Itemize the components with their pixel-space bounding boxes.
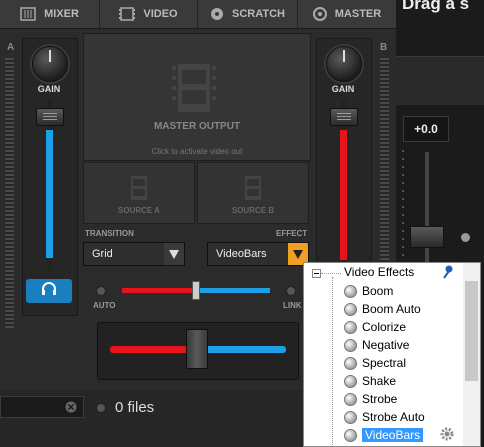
deck-strip bbox=[396, 56, 484, 105]
effect-item[interactable]: Negative bbox=[344, 336, 409, 354]
pitch-value: +0.0 bbox=[403, 116, 449, 142]
volume-fader-a[interactable] bbox=[36, 108, 64, 126]
effect-item-label: Negative bbox=[362, 338, 410, 352]
effect-bullet-icon bbox=[344, 338, 357, 352]
pitch-fader[interactable] bbox=[410, 226, 444, 248]
audio-crossfader-right bbox=[196, 346, 286, 353]
link-label: LINK bbox=[283, 301, 302, 310]
tab-scratch[interactable]: SCRATCH bbox=[198, 0, 298, 28]
effect-item[interactable]: Boom bbox=[344, 282, 393, 300]
effect-bullet-icon bbox=[344, 284, 357, 298]
pitch-reset-dot[interactable] bbox=[461, 233, 470, 242]
target-icon bbox=[312, 7, 327, 21]
film-icon bbox=[172, 62, 216, 119]
clear-icon[interactable] bbox=[65, 400, 77, 418]
tab-video-label: VIDEO bbox=[143, 8, 178, 20]
tab-master-label: MASTER bbox=[334, 8, 382, 20]
gain-knob-a[interactable] bbox=[32, 46, 68, 82]
mixer-icon bbox=[20, 7, 36, 21]
gain-label-b: GAIN bbox=[331, 84, 355, 94]
effect-item-label: Spectral bbox=[362, 356, 407, 370]
effect-item[interactable]: Boom Auto bbox=[344, 300, 421, 318]
effect-value: VideoBars bbox=[216, 248, 267, 260]
effect-item[interactable]: Strobe bbox=[344, 390, 397, 408]
effect-item-label: Boom bbox=[362, 284, 394, 298]
source-b-label: SOURCE B bbox=[231, 206, 275, 215]
gain-label-a: GAIN bbox=[37, 84, 61, 94]
tab-scratch-label: SCRATCH bbox=[232, 8, 285, 20]
files-count: 0 files bbox=[115, 399, 155, 416]
effect-item-label: Colorize bbox=[362, 320, 407, 334]
effect-bullet-icon bbox=[344, 356, 357, 370]
collapse-icon[interactable] bbox=[312, 269, 321, 278]
effect-item-label: Strobe Auto bbox=[362, 410, 425, 424]
effect-bullet-icon bbox=[344, 320, 357, 334]
master-output-preview[interactable]: MASTER OUTPUT Click to activate video ou… bbox=[83, 33, 311, 161]
film-icon bbox=[242, 175, 264, 206]
popup-root-label[interactable]: Video Effects bbox=[344, 265, 414, 279]
tab-mixer-label: MIXER bbox=[44, 8, 79, 20]
audio-crossfader-handle[interactable] bbox=[186, 329, 208, 369]
tab-master[interactable]: MASTER bbox=[298, 0, 396, 28]
master-output-hint: Click to activate video out bbox=[151, 147, 243, 156]
gear-icon[interactable] bbox=[440, 427, 454, 444]
effect-dropdown[interactable]: VideoBars bbox=[207, 242, 309, 266]
audio-crossfader-left bbox=[110, 346, 192, 353]
effect-item[interactable]: Colorize bbox=[344, 318, 406, 336]
film-icon bbox=[119, 7, 136, 21]
master-output-title: MASTER OUTPUT bbox=[153, 121, 241, 132]
gain-knob-b[interactable] bbox=[326, 46, 362, 82]
tree-line bbox=[332, 277, 334, 445]
effect-item[interactable]: Strobe Auto bbox=[344, 408, 425, 426]
video-crossfader-right bbox=[198, 288, 270, 293]
chevron-down-icon[interactable] bbox=[164, 243, 184, 265]
source-a-preview[interactable]: SOURCE A bbox=[83, 162, 195, 224]
tab-mixer[interactable]: MIXER bbox=[0, 0, 100, 28]
effect-bullet-icon bbox=[344, 374, 357, 388]
drag-hint: Drag a s bbox=[402, 0, 470, 13]
pin-icon[interactable] bbox=[442, 265, 454, 284]
auto-radio[interactable] bbox=[96, 286, 106, 296]
effect-bullet-icon bbox=[344, 302, 357, 316]
headphones-button-a[interactable] bbox=[26, 279, 72, 303]
film-icon bbox=[128, 175, 150, 206]
search-input[interactable] bbox=[0, 396, 84, 418]
transition-dropdown[interactable]: Grid bbox=[83, 242, 185, 266]
transition-label: TRANSITION bbox=[85, 229, 134, 238]
effect-item-label: VideoBars bbox=[362, 428, 424, 442]
source-b-preview[interactable]: SOURCE B bbox=[197, 162, 309, 224]
effect-bullet-icon bbox=[344, 392, 357, 406]
auto-label: AUTO bbox=[93, 301, 116, 310]
effect-item[interactable]: Spectral bbox=[344, 354, 406, 372]
video-crossfader-left bbox=[122, 288, 196, 293]
volume-fader-b[interactable] bbox=[330, 108, 358, 126]
deck-b-letter: B bbox=[380, 42, 388, 53]
video-crossfader-handle[interactable] bbox=[192, 281, 200, 300]
transition-value: Grid bbox=[92, 248, 113, 260]
effect-item-label: Boom Auto bbox=[362, 302, 421, 316]
headphones-icon bbox=[41, 281, 57, 301]
deck-a-letter: A bbox=[7, 42, 15, 53]
source-a-label: SOURCE A bbox=[118, 206, 160, 215]
effect-item-selected[interactable]: VideoBars bbox=[344, 426, 454, 444]
vinyl-icon bbox=[210, 7, 224, 21]
tab-bar: MIXER VIDEO SCRATCH MASTER bbox=[0, 0, 396, 29]
deck-a-level-meter bbox=[5, 58, 14, 328]
effect-item-label: Strobe bbox=[362, 392, 398, 406]
effect-label: EFFECT bbox=[276, 229, 308, 238]
link-radio[interactable] bbox=[286, 286, 296, 296]
effect-item[interactable]: Shake bbox=[344, 372, 396, 390]
effects-popup: Video Effects Boom Boom Auto Colorize Ne… bbox=[303, 262, 481, 447]
effect-item-label: Shake bbox=[362, 374, 397, 388]
tree-line bbox=[321, 273, 341, 274]
volume-level-a bbox=[46, 130, 53, 258]
browser-radio[interactable] bbox=[96, 403, 106, 413]
volume-level-b bbox=[340, 130, 347, 260]
popup-scrollbar[interactable] bbox=[463, 263, 480, 446]
effect-bullet-icon bbox=[344, 428, 357, 442]
scroll-thumb[interactable] bbox=[465, 281, 478, 381]
effect-bullet-icon bbox=[344, 410, 357, 424]
tab-video[interactable]: VIDEO bbox=[100, 0, 198, 28]
